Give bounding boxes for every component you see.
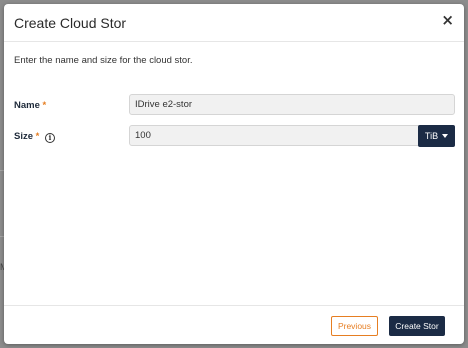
size-label: Size * i	[14, 131, 55, 143]
name-label-text: Name	[14, 100, 40, 111]
previous-button[interactable]: Previous	[331, 316, 378, 336]
size-label-text: Size	[14, 131, 34, 142]
size-unit-label: TiB	[424, 131, 439, 141]
create-stor-button[interactable]: Create Stor	[389, 316, 445, 336]
size-unit-dropdown[interactable]: TiB	[418, 125, 455, 147]
size-input[interactable]	[129, 125, 419, 146]
create-cloud-stor-dialog: Create Cloud Stor × Enter the name and s…	[4, 4, 464, 344]
name-label: Name *	[14, 100, 46, 111]
dialog-title: Create Cloud Stor	[14, 15, 127, 31]
required-mark: *	[35, 131, 40, 142]
dialog-header: Create Cloud Stor ×	[4, 4, 464, 42]
dialog-footer: Previous Create Stor	[4, 305, 464, 344]
dialog-description: Enter the name and size for the cloud st…	[14, 55, 193, 66]
close-icon[interactable]: ×	[441, 13, 454, 28]
required-mark: *	[42, 100, 47, 111]
info-icon[interactable]: i	[45, 133, 55, 143]
name-input[interactable]	[129, 94, 455, 115]
chevron-down-icon	[442, 134, 449, 138]
